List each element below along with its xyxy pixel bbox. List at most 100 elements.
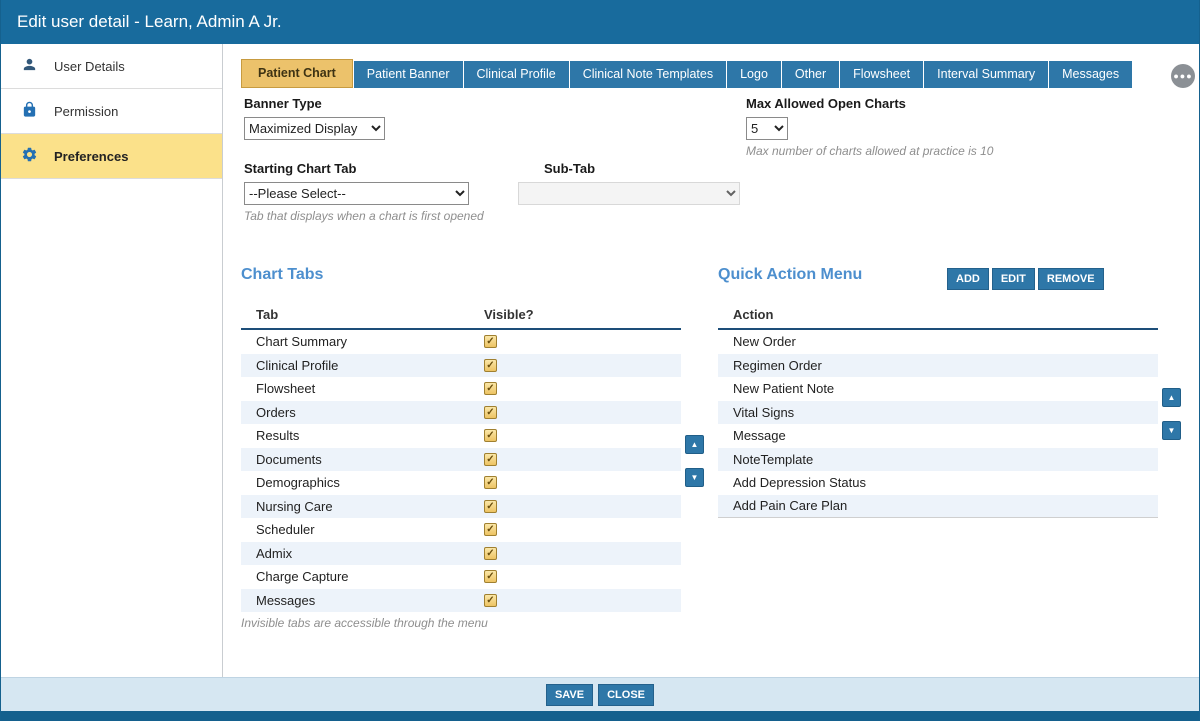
chart-tabs-scroll-down-button[interactable]: ▼ xyxy=(685,468,704,487)
arrow-down-icon: ▼ xyxy=(691,473,699,482)
tab[interactable]: Patient Banner xyxy=(354,61,463,88)
sidebar-item-label: Preferences xyxy=(54,149,128,164)
quick-action-scroll-down-button[interactable]: ▼ xyxy=(1162,421,1181,440)
banner-type-select[interactable]: Maximized Display xyxy=(244,117,385,140)
chart-tab-name: Documents xyxy=(256,452,484,467)
visible-checkbox[interactable] xyxy=(484,453,497,466)
quick-action-row[interactable]: Add Depression Status xyxy=(718,471,1158,495)
sidebar-item-label: Permission xyxy=(54,104,118,119)
quick-action-row[interactable]: NoteTemplate xyxy=(718,448,1158,472)
chart-tab-name: Messages xyxy=(256,593,484,608)
quick-action-label: New Patient Note xyxy=(733,381,834,396)
remove-button[interactable]: REMOVE xyxy=(1038,268,1104,290)
footer-bar: SAVE CLOSE xyxy=(1,677,1199,711)
sidebar-item-preferences[interactable]: Preferences xyxy=(1,134,222,179)
quick-action-row[interactable]: New Patient Note xyxy=(718,377,1158,401)
starting-chart-tab-note: Tab that displays when a chart is first … xyxy=(244,209,484,224)
quick-action-row[interactable]: New Order xyxy=(718,330,1158,354)
main-panel: Patient ChartPatient BannerClinical Prof… xyxy=(223,44,1199,677)
overflow-menu-button[interactable]: ●●● xyxy=(1171,64,1195,88)
quick-action-row[interactable]: Vital Signs xyxy=(718,401,1158,425)
starting-chart-tab-select[interactable]: --Please Select-- xyxy=(244,182,469,205)
visible-checkbox[interactable] xyxy=(484,594,497,607)
chart-tabs-rows: Chart Summary Clinical Profile Flowsheet… xyxy=(241,330,681,612)
quick-action-menu-title: Quick Action Menu xyxy=(718,266,862,284)
visible-checkbox[interactable] xyxy=(484,382,497,395)
quick-action-scroll-up-button[interactable]: ▲ xyxy=(1162,388,1181,407)
visible-checkbox[interactable] xyxy=(484,359,497,372)
tab[interactable]: Clinical Note Templates xyxy=(570,61,726,88)
banner-type-label: Banner Type xyxy=(244,96,385,112)
chart-tab-name: Flowsheet xyxy=(256,381,484,396)
quick-action-buttons: ADD EDIT REMOVE xyxy=(947,268,1104,290)
chart-tabs-scroll-up-button[interactable]: ▲ xyxy=(685,435,704,454)
chart-tab-row: Orders xyxy=(241,401,681,425)
sidebar-item-label: User Details xyxy=(54,59,125,74)
starting-chart-tab-group: Starting Chart Tab --Please Select-- Tab… xyxy=(244,161,484,224)
tab[interactable]: Messages xyxy=(1049,61,1132,88)
user-icon xyxy=(21,56,38,76)
quick-action-row[interactable]: Message xyxy=(718,424,1158,448)
visible-checkbox[interactable] xyxy=(484,500,497,513)
chart-tab-name: Admix xyxy=(256,546,484,561)
quick-action-label: Add Depression Status xyxy=(733,475,866,490)
max-open-charts-note: Max number of charts allowed at practice… xyxy=(746,144,993,159)
tab[interactable]: Patient Chart xyxy=(241,59,353,88)
tab[interactable]: Flowsheet xyxy=(840,61,923,88)
add-button[interactable]: ADD xyxy=(947,268,989,290)
window-header: Edit user detail - Learn, Admin A Jr. xyxy=(1,0,1199,44)
chart-tab-row: Flowsheet xyxy=(241,377,681,401)
chart-tab-row: Nursing Care xyxy=(241,495,681,519)
chart-tabs-title: Chart Tabs xyxy=(241,266,323,284)
quick-action-label: NoteTemplate xyxy=(733,452,813,467)
sidebar-item-user-details[interactable]: User Details xyxy=(1,44,222,89)
visible-checkbox[interactable] xyxy=(484,335,497,348)
chart-tab-name: Scheduler xyxy=(256,522,484,537)
visible-checkbox[interactable] xyxy=(484,570,497,583)
chart-tab-name: Chart Summary xyxy=(256,334,484,349)
tab[interactable]: Interval Summary xyxy=(924,61,1048,88)
quick-action-label: Regimen Order xyxy=(733,358,822,373)
quick-action-row[interactable]: Regimen Order xyxy=(718,354,1158,378)
tab[interactable]: Clinical Profile xyxy=(464,61,569,88)
sub-tab-label: Sub-Tab xyxy=(544,161,740,177)
ellipsis-icon: ●●● xyxy=(1173,71,1192,81)
footer-strip xyxy=(1,711,1199,721)
quick-action-label: Vital Signs xyxy=(733,405,794,420)
max-open-charts-label: Max Allowed Open Charts xyxy=(746,96,993,112)
tab[interactable]: Logo xyxy=(727,61,781,88)
gear-icon xyxy=(21,146,38,166)
close-button[interactable]: CLOSE xyxy=(598,684,654,706)
chart-tab-name: Demographics xyxy=(256,475,484,490)
tab[interactable]: Other xyxy=(782,61,839,88)
quick-action-row[interactable]: Add Pain Care Plan xyxy=(718,495,1158,519)
banner-type-group: Banner Type Maximized Display xyxy=(244,96,385,140)
chart-tabs-header-row: Tab Visible? xyxy=(241,302,681,330)
chart-tabs-note: Invisible tabs are accessible through th… xyxy=(241,616,488,631)
visible-checkbox[interactable] xyxy=(484,429,497,442)
chart-tab-name: Nursing Care xyxy=(256,499,484,514)
sub-tab-select[interactable] xyxy=(518,182,740,205)
quick-action-label: Message xyxy=(733,428,786,443)
visible-checkbox[interactable] xyxy=(484,523,497,536)
sidebar-item-permission[interactable]: Permission xyxy=(1,89,222,134)
arrow-up-icon: ▲ xyxy=(691,440,699,449)
chart-tab-row: Admix xyxy=(241,542,681,566)
chart-tab-row: Demographics xyxy=(241,471,681,495)
arrow-down-icon: ▼ xyxy=(1168,426,1176,435)
visible-checkbox[interactable] xyxy=(484,406,497,419)
chart-tab-row: Clinical Profile xyxy=(241,354,681,378)
chart-tab-row: Results xyxy=(241,424,681,448)
save-button[interactable]: SAVE xyxy=(546,684,593,706)
edit-button[interactable]: EDIT xyxy=(992,268,1035,290)
chart-tab-name: Clinical Profile xyxy=(256,358,484,373)
chart-tab-row: Scheduler xyxy=(241,518,681,542)
quick-action-rows: New Order Regimen Order New Patient Note… xyxy=(718,330,1158,518)
visible-checkbox[interactable] xyxy=(484,476,497,489)
edit-user-detail-window: Edit user detail - Learn, Admin A Jr. Us… xyxy=(0,0,1200,721)
arrow-up-icon: ▲ xyxy=(1168,393,1176,402)
column-header-tab: Tab xyxy=(256,307,484,322)
column-header-visible: Visible? xyxy=(484,307,534,322)
visible-checkbox[interactable] xyxy=(484,547,497,560)
max-open-charts-select[interactable]: 5 xyxy=(746,117,788,140)
